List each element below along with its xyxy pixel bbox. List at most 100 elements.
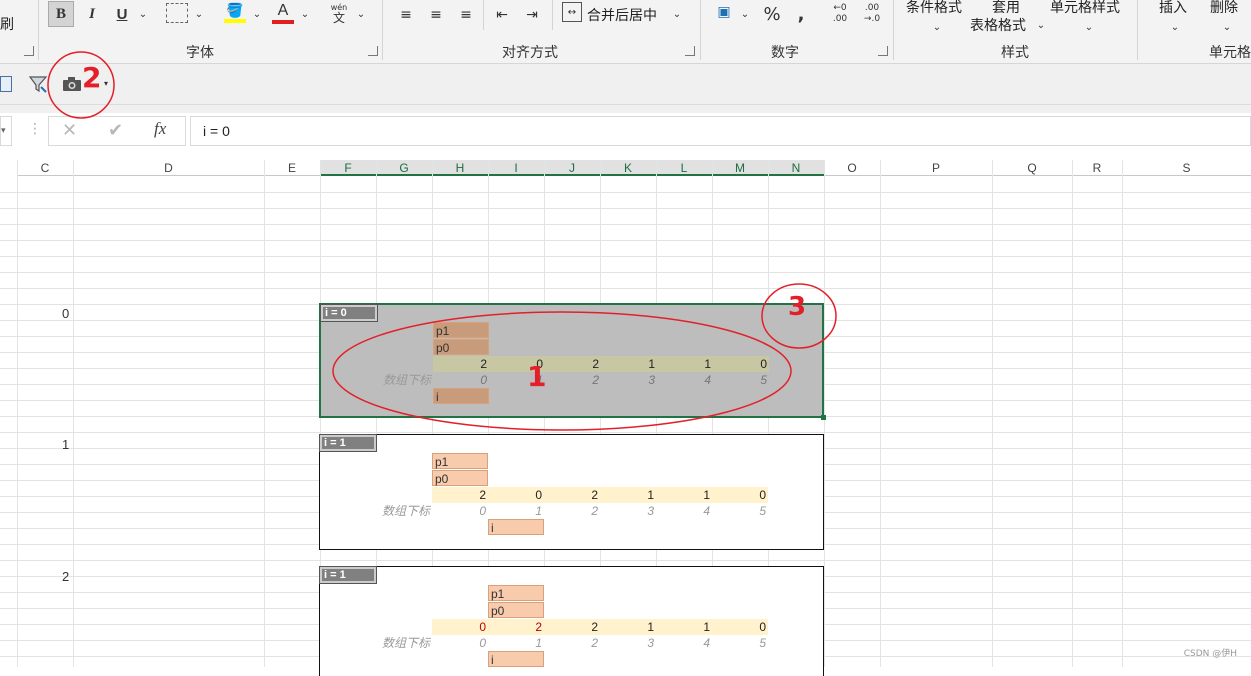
table-format-button[interactable]: 表格格式: [970, 15, 1026, 35]
bold-button[interactable]: B: [48, 1, 74, 27]
separator: [38, 0, 39, 60]
resize-handle[interactable]: [821, 415, 826, 420]
underline-button[interactable]: U: [110, 1, 134, 27]
font-launcher-icon[interactable]: [368, 46, 378, 56]
cancel-icon[interactable]: ✕: [62, 120, 77, 141]
column-header-k[interactable]: K: [600, 160, 656, 176]
decrease-decimal-top: .00: [865, 3, 879, 14]
column-header-j[interactable]: J: [544, 160, 600, 176]
column-header-e[interactable]: E: [264, 160, 320, 176]
italic-button[interactable]: I: [80, 1, 104, 27]
grid-row-line: [0, 432, 1251, 433]
column-header-d[interactable]: D: [73, 160, 264, 176]
array-value: 1: [601, 356, 657, 372]
array-value: 2: [545, 356, 601, 372]
name-box-dropdown-icon[interactable]: ▾: [0, 116, 12, 146]
chevron-down-icon[interactable]: ⌄: [1082, 14, 1096, 40]
array-value: 0: [712, 619, 768, 635]
array-index: 2: [544, 503, 600, 519]
chevron-down-icon[interactable]: ⌄: [298, 1, 312, 27]
grid-row-line: [0, 560, 1251, 561]
increase-decimal-top: ←0: [833, 3, 846, 14]
array-value: 1: [600, 487, 656, 503]
grid-column-line: [1122, 160, 1123, 667]
phonetic-button[interactable]: wén 文: [326, 0, 352, 26]
array-index: 3: [600, 635, 656, 651]
font-color-button[interactable]: A: [270, 0, 296, 26]
camera-icon[interactable]: [62, 76, 82, 92]
column-header-r[interactable]: R: [1072, 160, 1122, 176]
percent-button[interactable]: %: [760, 1, 784, 27]
chevron-down-icon[interactable]: ⌄: [930, 14, 944, 40]
filter-icon[interactable]: [28, 74, 48, 94]
camera-picture-block[interactable]: i = 1 p1 p0 2 0 2 1 1 0 数组下标 0 1 2 3 4 5…: [319, 434, 824, 550]
paint-bucket-icon: 🪣: [226, 3, 243, 19]
increase-indent-icon[interactable]: ⇥: [520, 2, 544, 28]
align-right-icon[interactable]: ≡: [456, 2, 476, 28]
chevron-down-icon[interactable]: ⌄: [1220, 14, 1234, 40]
column-header-s[interactable]: S: [1122, 160, 1251, 176]
column-header-p[interactable]: P: [880, 160, 992, 176]
separator: [1137, 0, 1138, 60]
align-left-icon[interactable]: ≡: [396, 2, 416, 28]
number-launcher-icon[interactable]: [878, 46, 888, 56]
chevron-down-icon[interactable]: ⌄: [136, 1, 150, 27]
column-header-m[interactable]: M: [712, 160, 768, 176]
column-header-l[interactable]: L: [656, 160, 712, 176]
camera-picture-block[interactable]: i = 1 p1 p0 0 2 2 1 1 0 数组下标 0 1 2 3 4 5…: [319, 566, 824, 676]
comma-button[interactable]: ,: [792, 1, 810, 27]
index-label: 数组下标: [377, 372, 433, 388]
grid-row-line: [0, 256, 1251, 257]
chevron-down-icon[interactable]: ⌄: [738, 1, 752, 27]
column-header-h[interactable]: H: [432, 160, 488, 176]
column-header-g[interactable]: G: [376, 160, 432, 176]
group-label-cells: 单元格: [1200, 42, 1251, 62]
merge-center-button[interactable]: 合并后居中: [587, 5, 657, 25]
array-index: 5: [712, 635, 768, 651]
column-header-o[interactable]: O: [824, 160, 880, 176]
fill-color-button[interactable]: 🪣: [222, 0, 248, 26]
format-painter-label[interactable]: 刷: [0, 14, 14, 34]
decrease-indent-icon[interactable]: ⇤: [490, 2, 514, 28]
array-index: 5: [712, 503, 768, 519]
group-label-font: 字体: [150, 42, 250, 62]
chevron-down-icon[interactable]: ⌄: [354, 1, 368, 27]
chevron-down-icon[interactable]: ⌄: [192, 1, 206, 27]
accounting-format-icon[interactable]: ▣: [712, 1, 736, 23]
camera-picture-block[interactable]: i = 0 p1 p0 2 0 2 1 1 0 数组下标 0 1 2 3 4 5…: [319, 303, 824, 418]
array-index: 4: [656, 635, 712, 651]
chevron-down-icon[interactable]: ⌄: [250, 1, 264, 27]
group-label-styles: 样式: [965, 42, 1065, 62]
array-index: 4: [657, 372, 713, 388]
grid-column-line: [17, 160, 18, 667]
insert-function-icon[interactable]: fx: [154, 119, 166, 139]
clipboard-launcher-icon[interactable]: [24, 46, 34, 56]
column-header-q[interactable]: Q: [992, 160, 1072, 176]
column-header-n[interactable]: N: [768, 160, 824, 176]
enter-icon[interactable]: ✔: [108, 120, 123, 141]
customize-qat-icon[interactable]: ▾: [104, 79, 108, 88]
quick-access-toolbar: ▾: [0, 64, 1251, 105]
array-index: 0: [432, 635, 488, 651]
group-label-align: 对齐方式: [480, 42, 580, 62]
border-icon[interactable]: [166, 3, 188, 23]
formula-input[interactable]: i = 0: [190, 116, 1251, 146]
chevron-down-icon[interactable]: ⌄: [1034, 12, 1048, 38]
array-index: 2: [544, 635, 600, 651]
align-launcher-icon[interactable]: [685, 46, 695, 56]
decrease-decimal-button[interactable]: .00 →.0: [858, 0, 886, 28]
array-value: 0: [712, 487, 768, 503]
column-header-i[interactable]: I: [488, 160, 544, 176]
array-value: 2: [432, 487, 488, 503]
merge-center-icon[interactable]: ↔: [562, 2, 582, 22]
column-header-c[interactable]: C: [17, 160, 73, 176]
increase-decimal-button[interactable]: ←0 .00: [826, 0, 854, 28]
array-value: 0: [432, 619, 488, 635]
sort-icon[interactable]: [0, 76, 12, 92]
chevron-down-icon[interactable]: ⌄: [1168, 14, 1182, 40]
chevron-down-icon[interactable]: ⌄: [670, 1, 684, 27]
column-header-f[interactable]: F: [320, 160, 376, 176]
align-center-icon[interactable]: ≡: [426, 2, 446, 28]
pointer-i: i: [488, 651, 544, 667]
annotation-number-3: 3: [788, 292, 806, 322]
